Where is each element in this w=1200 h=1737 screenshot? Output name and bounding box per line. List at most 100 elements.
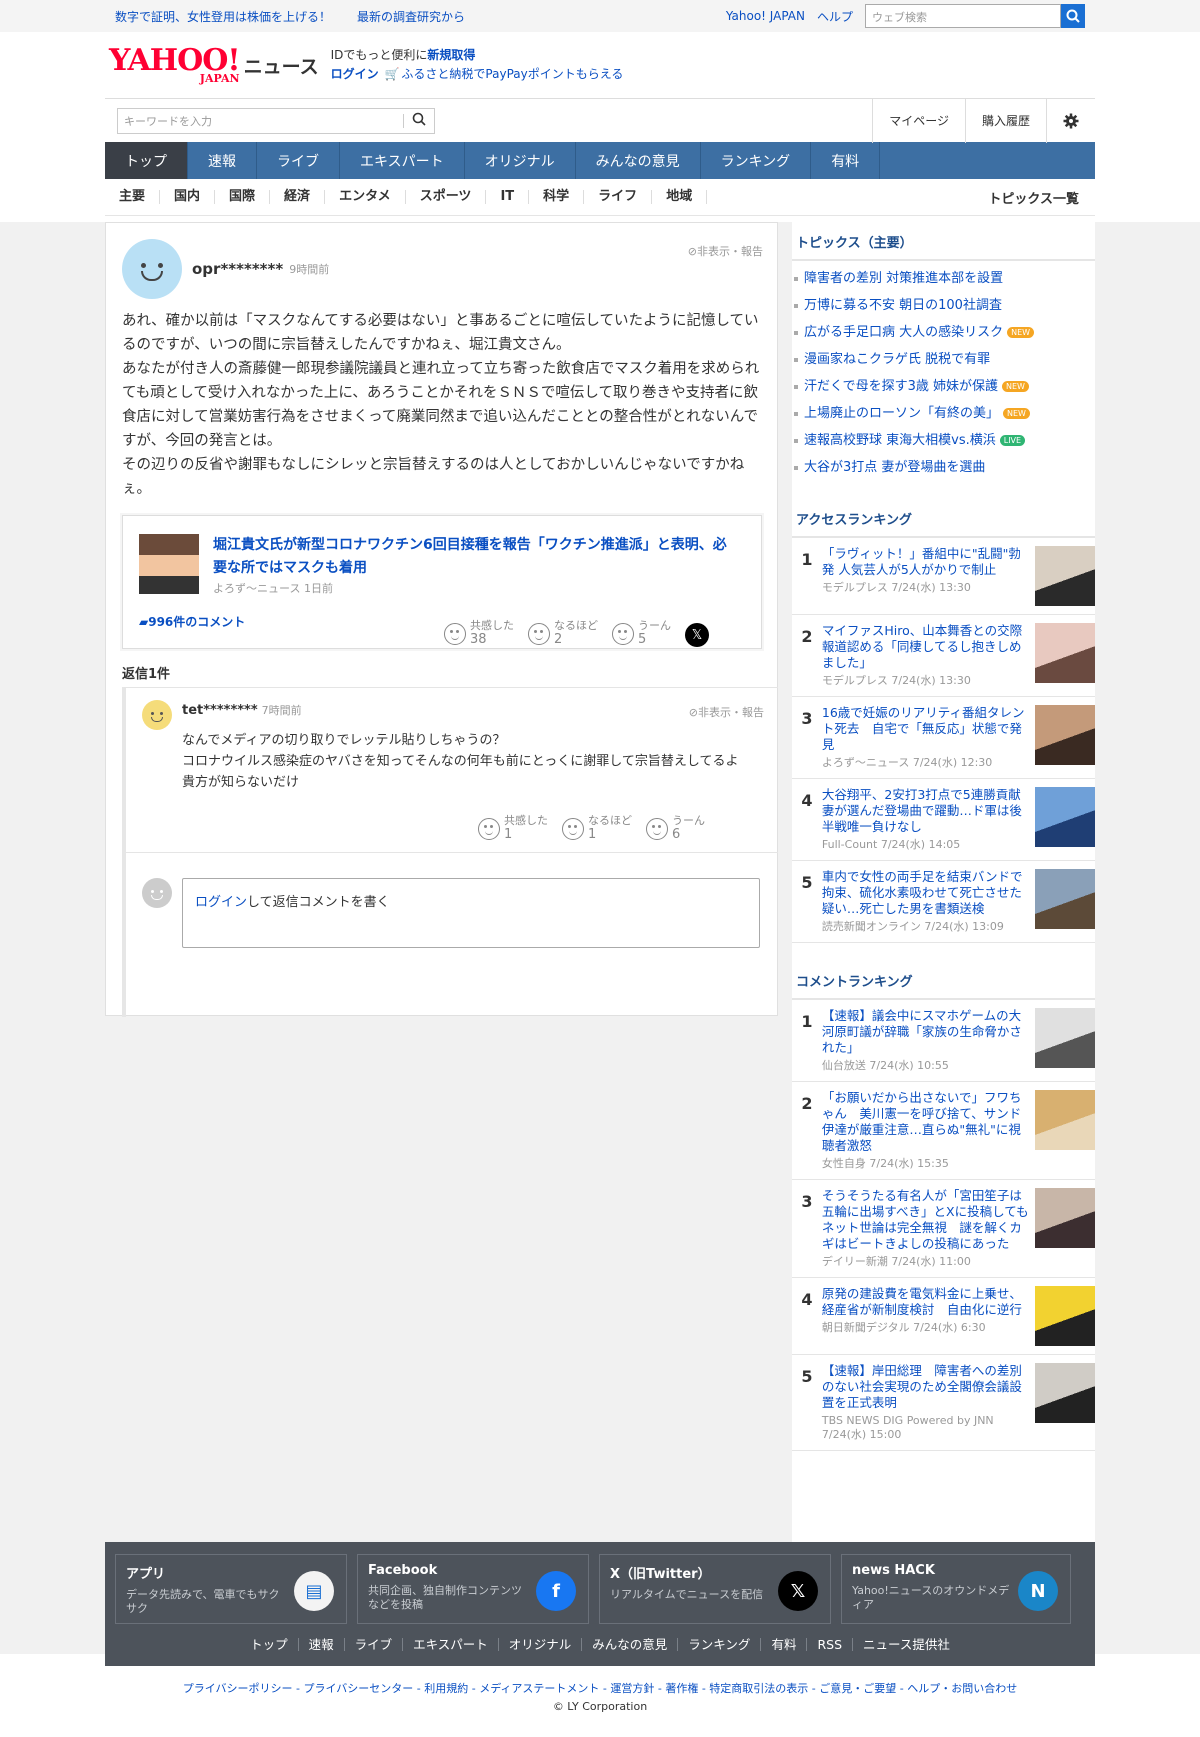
ranking-item[interactable]: 5 【速報】岸田総理 障害者への差別のない社会実現のため全閣僚会議設置を正式表明 T… <box>792 1355 1095 1451</box>
article-title[interactable]: 堀江貴文氏が新型コロナワクチン6回目接種を報告「ワクチン推進派」と表明、必要な所… <box>213 534 733 580</box>
nav-tab-5[interactable]: みんなの意見 <box>576 142 701 179</box>
topic-item[interactable]: 汗だくで母を探す3歳 姉妹が保護 NEW <box>792 373 1095 400</box>
settings-button[interactable] <box>1046 98 1095 143</box>
subnav-item-9[interactable]: 地域 <box>652 190 708 204</box>
footer-app-card[interactable]: news HACK Yahoo!ニュースのオウンドメディア N <box>841 1554 1071 1624</box>
topic-title[interactable]: 汗だくで母を探す3歳 姉妹が保護 <box>804 379 998 394</box>
web-search-input[interactable]: ウェブ検索 <box>865 4 1061 28</box>
compose-login-link[interactable]: ログイン <box>195 895 247 910</box>
ranking-title[interactable]: 【速報】議会中にスマホゲームの大河原町議が辞職「家族の生命脅かされた」 <box>822 1008 1029 1056</box>
reply-hide-report-button[interactable]: ⊘非表示・報告 <box>689 704 764 720</box>
search-icon[interactable] <box>404 112 434 130</box>
footer-nav-link[interactable]: ライブ <box>345 1638 404 1651</box>
nav-tab-2[interactable]: ライブ <box>257 142 340 179</box>
topic-item[interactable]: 大谷が3打点 妻が登場曲を選曲 <box>792 454 1095 481</box>
yahoo-news-logo[interactable]: YAHOO! JAPAN ニュース <box>109 45 319 85</box>
subnav-item-7[interactable]: 科学 <box>529 190 585 204</box>
subnav-item-6[interactable]: IT <box>486 190 530 204</box>
help-link[interactable]: ヘルプ <box>817 8 853 25</box>
reaction-button[interactable]: なるほど 1 <box>562 814 632 843</box>
ranking-thumbnail[interactable] <box>1035 1363 1095 1423</box>
nav-tab-4[interactable]: オリジナル <box>465 142 576 179</box>
subnav-item-8[interactable]: ライフ <box>584 190 653 204</box>
topic-title[interactable]: 上場廃止のローソン「有終の美」 <box>804 406 999 421</box>
yahoo-japan-link[interactable]: Yahoo! JAPAN <box>726 9 805 23</box>
ranking-item[interactable]: 5 車内で女性の両手足を結束バンドで拘束、硫化水素吸わせて死亡させた疑い…死亡した… <box>792 861 1095 943</box>
footer-nav-link[interactable]: トップ <box>240 1638 299 1651</box>
footer-nav-link[interactable]: 速報 <box>299 1638 345 1651</box>
ranking-item[interactable]: 3 そうそうたる有名人が「宮田笙子は五輪に出場すべき」とXに投稿してもネット世論は… <box>792 1180 1095 1278</box>
article-comment-count[interactable]: ▰996件のコメント <box>139 613 245 630</box>
topic-title[interactable]: 万博に募る不安 朝日の100社調査 <box>804 298 1002 313</box>
ranking-thumbnail[interactable] <box>1035 1090 1095 1150</box>
footer-nav-link[interactable]: 有料 <box>761 1638 808 1651</box>
history-link[interactable]: 購入履歴 <box>964 98 1046 143</box>
ranking-title[interactable]: 車内で女性の両手足を結束バンドで拘束、硫化水素吸わせて死亡させた疑い…死亡した男… <box>822 869 1029 917</box>
topic-item[interactable]: 速報高校野球 東海大相模vs.横浜 LIVE <box>792 427 1095 454</box>
nav-tab-7[interactable]: 有料 <box>811 142 881 179</box>
legal-links[interactable]: プライバシーポリシー - プライバシーセンター - 利用規約 - メディアステー… <box>0 1680 1200 1696</box>
subnav-item-4[interactable]: エンタメ <box>325 190 406 204</box>
web-search-button[interactable] <box>1061 4 1085 28</box>
ranking-item[interactable]: 2 マイファスHiro、山本舞香との交際報道認める「同棲してるし抱きしめました」モ… <box>792 615 1095 697</box>
reaction-button[interactable]: うーん 5 <box>612 619 671 648</box>
topic-title[interactable]: 速報高校野球 東海大相模vs.横浜 <box>804 433 996 448</box>
mypage-link[interactable]: マイページ <box>872 98 965 143</box>
ranking-title[interactable]: 原発の建設費を電気料金に上乗せ、経産省が新制度検討 自由化に逆行 <box>822 1286 1029 1318</box>
reaction-button[interactable]: 共感した 38 <box>444 619 514 648</box>
hide-report-button[interactable]: ⊘非表示・報告 <box>688 243 763 259</box>
keyword-search-input[interactable]: キーワードを入力 <box>117 107 435 134</box>
ranking-thumbnail[interactable] <box>1035 1008 1095 1068</box>
topic-item[interactable]: 漫画家ねこクラゲ氏 脱税で有罪 <box>792 346 1095 373</box>
login-link[interactable]: ログイン <box>331 67 379 81</box>
reply-compose-box[interactable]: ログインして返信コメントを書く <box>182 878 760 948</box>
ranking-thumbnail[interactable] <box>1035 787 1095 847</box>
topic-title[interactable]: 漫画家ねこクラゲ氏 脱税で有罪 <box>804 352 990 367</box>
footer-nav-link[interactable]: ランキング <box>678 1638 762 1651</box>
furusato-link[interactable]: ふるさと納税でPayPayポイントもらえる <box>401 67 623 81</box>
footer-nav-link[interactable]: みんなの意見 <box>582 1638 679 1651</box>
footer-nav-link[interactable]: エキスパート <box>403 1638 499 1651</box>
ranking-title[interactable]: 16歳で妊娠のリアリティ番組タレント死去 自宅で「無反応」状態で発見 <box>822 705 1029 753</box>
topic-item[interactable]: 万博に募る不安 朝日の100社調査 <box>792 292 1095 319</box>
ranking-thumbnail[interactable] <box>1035 623 1095 683</box>
nav-tab-1[interactable]: 速報 <box>188 142 257 179</box>
ranking-item[interactable]: 1 【速報】議会中にスマホゲームの大河原町議が辞職「家族の生命脅かされた」 仙台放送… <box>792 1000 1095 1082</box>
topic-title[interactable]: 大谷が3打点 妻が登場曲を選曲 <box>804 460 985 475</box>
subnav-item-2[interactable]: 国際 <box>215 190 271 204</box>
promo-link-1[interactable]: 数字で証明、女性登用は株価を上げる！ <box>115 8 331 25</box>
ranking-thumbnail[interactable] <box>1035 869 1095 929</box>
ranking-thumbnail[interactable] <box>1035 1286 1095 1346</box>
ranking-item[interactable]: 4 大谷翔平、2安打3打点で5連勝貢献 妻が選んだ登場曲で躍動…ド軍は後半戦唯一負… <box>792 779 1095 861</box>
ranking-title[interactable]: そうそうたる有名人が「宮田笙子は五輪に出場すべき」とXに投稿してもネット世論は完… <box>822 1188 1029 1252</box>
reaction-button[interactable]: なるほど 2 <box>528 619 598 648</box>
topic-item[interactable]: 上場廃止のローソン「有終の美」 NEW <box>792 400 1095 427</box>
signup-link[interactable]: 新規取得 <box>427 48 475 62</box>
subnav-item-0[interactable]: 主要 <box>105 190 161 204</box>
footer-nav-link[interactable]: ニュース提供社 <box>853 1638 960 1651</box>
footer-app-card[interactable]: Facebook 共同企画、独自制作コンテンツなどを投稿 f <box>357 1554 589 1624</box>
topic-title[interactable]: 障害者の差別 対策推進本部を設置 <box>804 271 1003 286</box>
footer-app-card[interactable]: X（旧Twitter） リアルタイムでニュースを配信 𝕏 <box>599 1554 831 1624</box>
reaction-button[interactable]: 共感した 1 <box>478 814 548 843</box>
x-share-icon[interactable]: 𝕏 <box>685 623 709 647</box>
subnav-item-3[interactable]: 経済 <box>270 190 326 204</box>
nav-tab-3[interactable]: エキスパート <box>340 142 465 179</box>
topic-title[interactable]: 広がる手足口病 大人の感染リスク <box>804 325 1003 340</box>
nav-tab-6[interactable]: ランキング <box>701 142 812 179</box>
ranking-item[interactable]: 4 原発の建設費を電気料金に上乗せ、経産省が新制度検討 自由化に逆行 朝日新聞デジタ… <box>792 1278 1095 1355</box>
ranking-thumbnail[interactable] <box>1035 546 1095 606</box>
topics-list-link[interactable]: トピックス一覧 <box>988 188 1079 207</box>
ranking-title[interactable]: 「お願いだから出さないで」フワちゃん 美川憲一を呼び捨て、サンド伊達が厳重注意…… <box>822 1090 1029 1154</box>
ranking-title[interactable]: 【速報】岸田総理 障害者への差別のない社会実現のため全閣僚会議設置を正式表明 <box>822 1363 1029 1411</box>
ranking-thumbnail[interactable] <box>1035 1188 1095 1248</box>
ranking-title[interactable]: 「ラヴィット！」番組中に"乱闘"勃発 人気芸人が5人がかりで制止 <box>822 546 1029 578</box>
subnav-item-1[interactable]: 国内 <box>160 190 216 204</box>
footer-nav-link[interactable]: オリジナル <box>499 1638 583 1651</box>
ranking-title[interactable]: 大谷翔平、2安打3打点で5連勝貢献 妻が選んだ登場曲で躍動…ド軍は後半戦唯一負け… <box>822 787 1033 835</box>
ranking-item[interactable]: 1 「ラヴィット！」番組中に"乱闘"勃発 人気芸人が5人がかりで制止 モデルプレス … <box>792 538 1095 615</box>
promo-link-2[interactable]: 最新の調査研究から <box>357 8 465 25</box>
ranking-thumbnail[interactable] <box>1035 705 1095 765</box>
ranking-item[interactable]: 2 「お願いだから出さないで」フワちゃん 美川憲一を呼び捨て、サンド伊達が厳重注意… <box>792 1082 1095 1180</box>
topic-item[interactable]: 広がる手足口病 大人の感染リスク NEW <box>792 319 1095 346</box>
